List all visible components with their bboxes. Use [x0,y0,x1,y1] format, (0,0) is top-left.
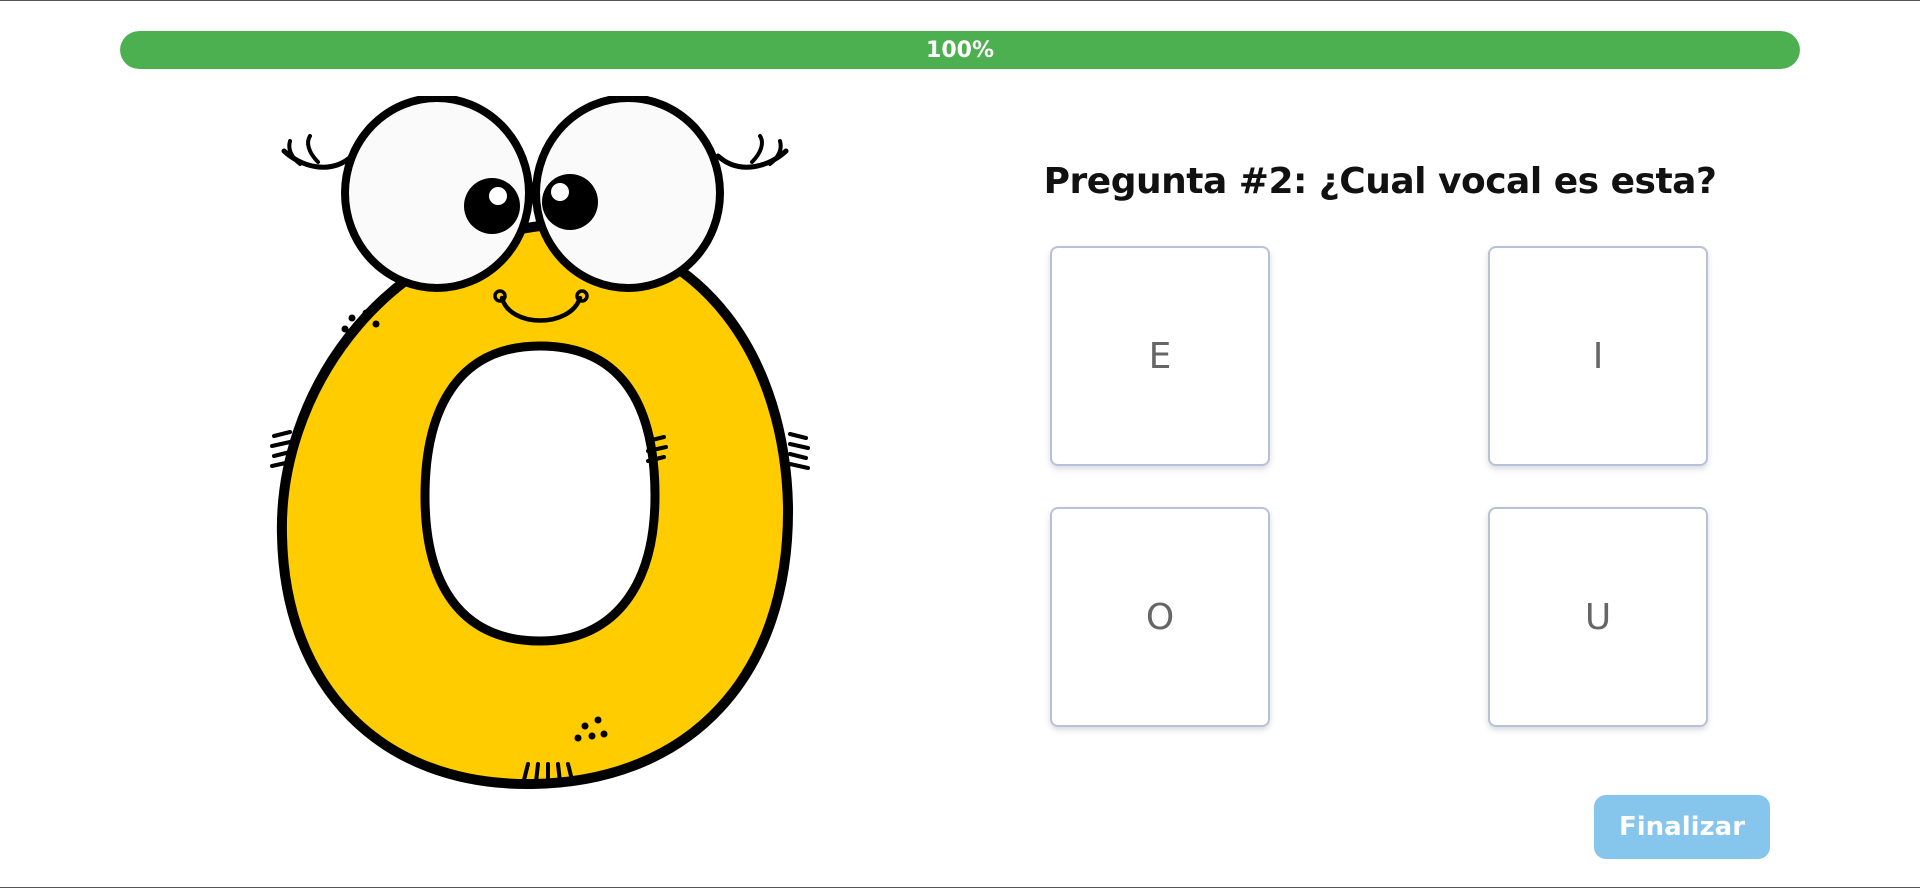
letter-o-monster-illustration [270,94,810,796]
answer-option-label: E [1148,335,1172,377]
progress-bar: 100% [120,31,1800,69]
answer-option-u[interactable]: U [1488,507,1708,727]
progress-label: 100% [926,37,994,63]
answer-option-i[interactable]: I [1488,246,1708,466]
progress-fill: 100% [120,31,1800,69]
finish-button[interactable]: Finalizar [1594,795,1770,859]
answer-option-e[interactable]: E [1050,246,1270,466]
question-title: Pregunta #2: ¿Cual vocal es esta? [1043,161,1717,202]
answer-option-o[interactable]: O [1050,507,1270,727]
answer-option-label: U [1584,596,1612,638]
answer-option-label: O [1145,596,1175,638]
answer-option-label: I [1592,335,1604,377]
